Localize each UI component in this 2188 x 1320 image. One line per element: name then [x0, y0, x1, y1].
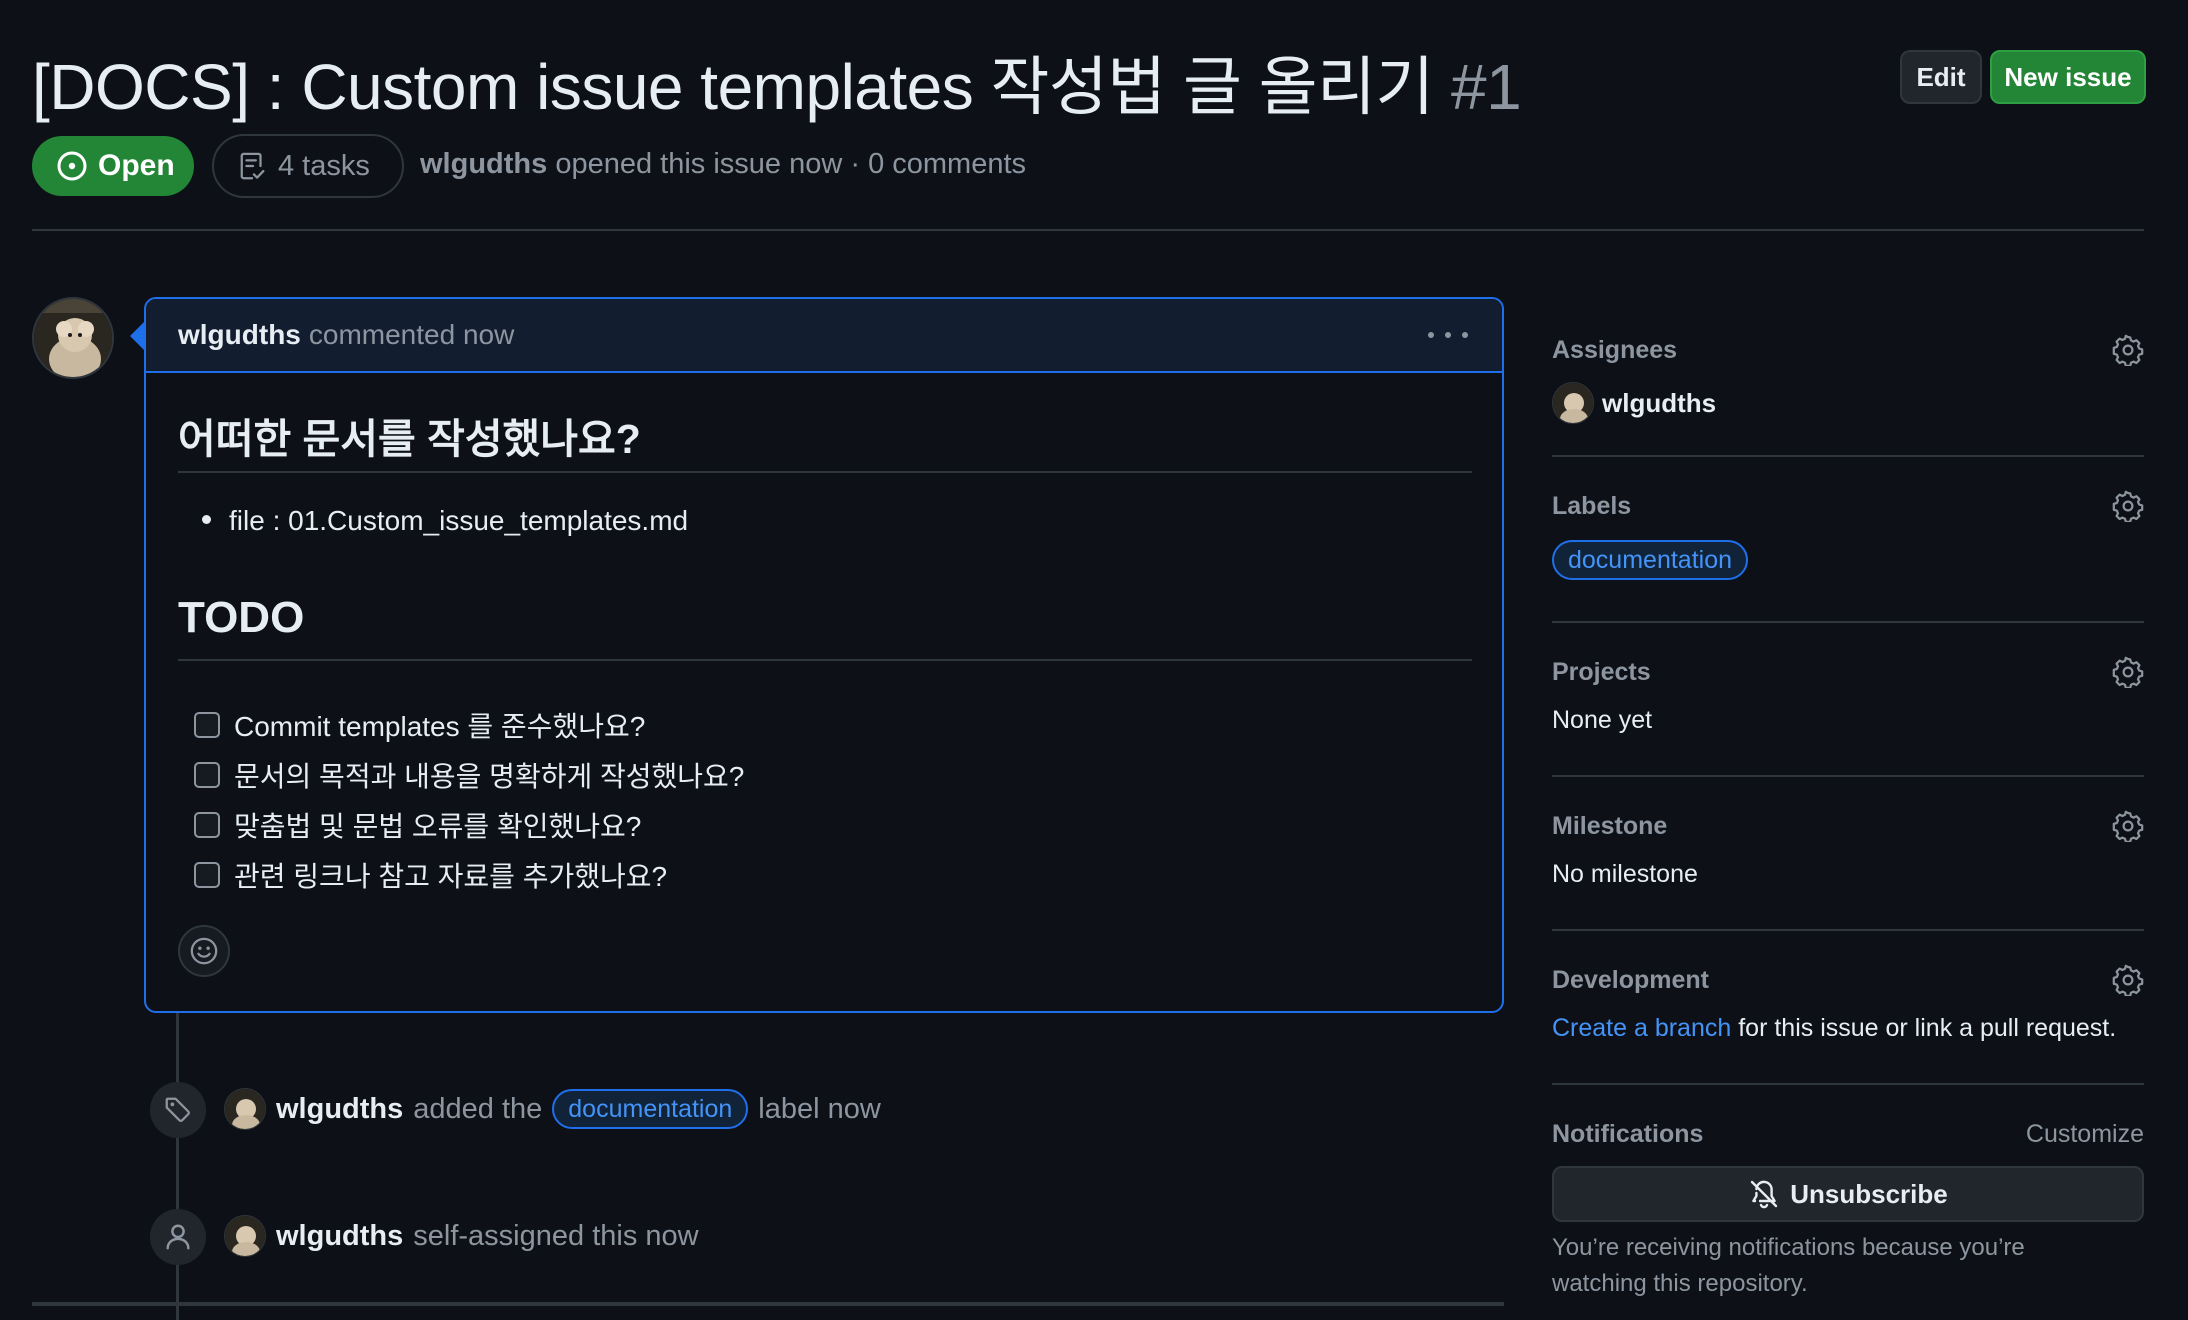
labels-title: Labels [1552, 491, 1632, 520]
todo-heading-rule [178, 659, 1472, 661]
task-checkbox[interactable] [194, 762, 220, 788]
notifications-title: Notifications [1552, 1119, 1704, 1148]
list-item: file : 01.Custom_issue_templates.md [202, 505, 688, 537]
development-title: Development [1552, 965, 1709, 994]
gear-icon[interactable] [2112, 656, 2144, 688]
issue-meta-text: opened this issue now · 0 comments [547, 148, 1027, 180]
task-label: 문서의 목적과 내용을 명확하게 작성했나요? [234, 761, 745, 792]
issue-title-text: [DOCS] : Custom issue templates 작성법 글 올리… [32, 51, 1434, 123]
event-user-link[interactable]: wlgudths [276, 1093, 403, 1126]
issue-title: [DOCS] : Custom issue templates 작성법 글 올리… [32, 36, 1522, 128]
customize-link[interactable]: Customize [2026, 1120, 2144, 1149]
avatar [1552, 382, 1594, 424]
edit-button[interactable]: Edit [1900, 50, 1982, 104]
development-rest: for this issue or link a pull request. [1731, 1014, 2117, 1042]
task-label: 맞춤법 및 문법 오류를 확인했나요? [234, 811, 642, 842]
sidebar-divider [1552, 775, 2144, 777]
task-item: Commit templates 를 준수했나요? [194, 705, 645, 745]
issue-number: #1 [1451, 51, 1522, 123]
projects-title: Projects [1552, 657, 1651, 686]
assignee-name: wlgudths [1602, 387, 1717, 418]
sidebar-divider [1552, 1083, 2144, 1085]
checklist-icon [240, 152, 265, 180]
tasks-count: 4 tasks [278, 149, 370, 182]
sidebar-divider [1552, 455, 2144, 457]
event-text: added the [413, 1092, 543, 1125]
gear-icon[interactable] [2112, 810, 2144, 842]
unsubscribe-label: Unsubscribe [1790, 1178, 1948, 1209]
unsubscribe-button[interactable]: Unsubscribe [1552, 1166, 2144, 1222]
file-item-text: file : 01.Custom_issue_templates.md [229, 505, 689, 536]
development-text: Create a branch for this issue or link a… [1552, 1014, 2144, 1043]
documentation-label[interactable]: documentation [552, 1089, 749, 1129]
bell-slash-icon [1751, 1180, 1778, 1209]
comment-timestamp[interactable]: commented now [309, 319, 514, 351]
kebab-menu-icon[interactable] [1428, 323, 1468, 347]
task-checkbox[interactable] [194, 862, 220, 888]
todo-heading: TODO [178, 593, 305, 642]
gear-icon[interactable] [2112, 964, 2144, 996]
heading-rule [178, 471, 1472, 473]
issue-state-label: Open [98, 149, 175, 182]
gear-icon[interactable] [2112, 490, 2144, 522]
sidebar-projects: Projects None yet [1552, 652, 2144, 735]
issue-meta: wlgudths opened this issue now · 0 comme… [420, 148, 1026, 181]
bullet-icon [202, 515, 211, 525]
avatar[interactable] [224, 1088, 266, 1130]
task-checkbox[interactable] [194, 712, 220, 738]
task-item: 맞춤법 및 문법 오류를 확인했나요? [194, 805, 641, 845]
documentation-label[interactable]: documentation [1552, 540, 1749, 580]
assigned-event: wlgudths self-assigned this now [224, 1215, 699, 1257]
issue-author-link[interactable]: wlgudths [420, 148, 547, 180]
timeline-line [176, 1013, 179, 1320]
notifications-note: You’re receiving notifications because y… [1552, 1234, 2025, 1297]
comment-caret [130, 322, 144, 350]
tasks-badge[interactable]: 4 tasks [212, 134, 404, 198]
sidebar-divider [1552, 929, 2144, 931]
milestone-value: No milestone [1552, 860, 1698, 888]
issue-opened-icon [57, 151, 87, 181]
comment-author-link[interactable]: wlgudths [178, 319, 301, 351]
milestone-title: Milestone [1552, 811, 1668, 840]
comment-header: wlgudths commented now [146, 299, 1502, 373]
smiley-icon [190, 937, 218, 965]
event-text[interactable]: label now [758, 1093, 881, 1126]
issue-state-badge: Open [32, 136, 194, 196]
event-user-link[interactable]: wlgudths [276, 1220, 403, 1253]
task-checkbox[interactable] [194, 812, 220, 838]
projects-value: None yet [1552, 706, 1653, 734]
task-item: 문서의 목적과 내용을 명확하게 작성했나요? [194, 755, 744, 795]
event-text[interactable]: self-assigned this now [413, 1220, 698, 1253]
assignees-title: Assignees [1552, 335, 1678, 364]
header-divider [32, 229, 2144, 231]
comment-author-avatar[interactable] [32, 297, 114, 379]
tag-icon [150, 1082, 206, 1138]
body-heading: 어떠한 문서를 작성했나요? [178, 416, 641, 462]
issue-page: [DOCS] : Custom issue templates 작성법 글 올리… [0, 0, 2188, 1320]
person-icon [150, 1209, 206, 1265]
add-reaction-button[interactable] [178, 925, 230, 977]
create-branch-link[interactable]: Create a branch [1552, 1014, 1731, 1042]
task-item: 관련 링크나 참고 자료를 추가했나요? [194, 855, 667, 895]
task-label: Commit templates 를 준수했나요? [234, 711, 646, 742]
gear-icon[interactable] [2112, 334, 2144, 366]
sidebar-notifications: Notifications Customize Unsubscribe You’… [1552, 1114, 2144, 1302]
avatar[interactable] [224, 1215, 266, 1257]
issue-comment: wlgudths commented now 어떠한 문서를 작성했나요? fi… [144, 297, 1504, 1013]
new-issue-button[interactable]: New issue [1990, 50, 2146, 104]
sidebar-development: Development Create a branch for this iss… [1552, 960, 2144, 1043]
assignee-item[interactable]: wlgudths [1552, 382, 2144, 424]
task-label: 관련 링크나 참고 자료를 추가했나요? [234, 861, 668, 892]
sidebar-assignees: Assignees wlgudths [1552, 330, 2144, 424]
sidebar-divider [1552, 621, 2144, 623]
timeline-bottom-rule [32, 1302, 1504, 1306]
sidebar-milestone: Milestone No milestone [1552, 806, 2144, 889]
sidebar-labels: Labels documentation [1552, 486, 2144, 580]
label-added-event: wlgudths added the documentation label n… [224, 1088, 881, 1130]
